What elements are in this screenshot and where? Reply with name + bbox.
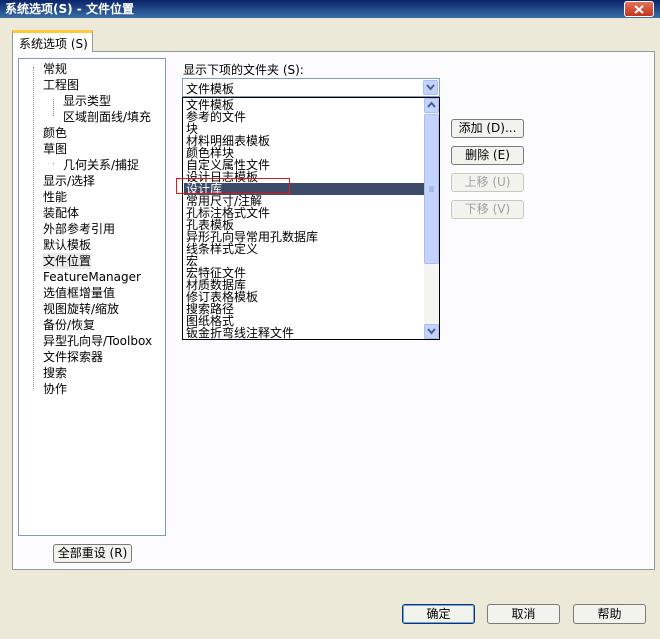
tree-item-collaboration[interactable]: 协作 [43,381,67,397]
tree-item-performance[interactable]: 性能 [43,189,67,205]
chevron-down-icon [427,328,436,335]
dropdown-button[interactable] [423,80,438,95]
tree-item-external-references[interactable]: 外部参考引用 [43,221,115,237]
help-button[interactable]: 帮助 [573,604,646,624]
tree-item-sketch[interactable]: 草图 [43,141,67,157]
tree-item-display-selection[interactable]: 显示/选择 [43,173,95,189]
close-button[interactable] [624,1,654,17]
folder-type-value: 文件模板 [186,82,235,96]
tree-connector [33,67,34,389]
tree-item-hole-wizard-toolbox[interactable]: 异型孔向导/Toolbox [43,333,152,349]
tree-item-default-templates[interactable]: 默认模板 [43,237,91,253]
tree-item-view[interactable]: 视图旋转/缩放 [43,301,119,317]
listbox-scrollbar[interactable] [424,98,439,339]
folder-type-select[interactable]: 文件模板 [182,78,440,97]
chevron-down-icon [426,84,435,91]
reset-all-button[interactable]: 全部重设 (R) [53,544,132,563]
list-item[interactable]: 钣金折弯线注释文件 [186,327,294,339]
delete-button[interactable]: 删除 (E) [451,146,524,165]
tree-item-featuremanager[interactable]: FeatureManager [43,269,141,285]
title-bar: 系统选项(S) - 文件位置 [0,0,660,18]
folder-listbox[interactable]: 文件模板 参考的文件 块 材料明细表模板 颜色样块 自定义属性文件 设计日志模板… [182,97,440,340]
add-button[interactable]: 添加 (D)... [451,119,524,138]
options-tree[interactable]: 常规 工程图 显示类型 区域剖面线/填充 颜色 草图 几何关系/捕捉 显示/选择… [18,58,166,536]
scroll-thumb[interactable] [424,114,439,264]
highlight-box [176,178,290,194]
tree-item-spin-box-increments[interactable]: 选值框增量值 [43,285,115,301]
tree-item-relations-snaps[interactable]: 几何关系/捕捉 [63,157,139,173]
tab-label: 系统选项 (S) [19,37,88,51]
folders-label: 显示下项的文件夹 (S): [183,63,304,77]
scroll-down-button[interactable] [424,324,439,339]
ok-button[interactable]: 确定 [402,604,475,624]
cancel-button[interactable]: 取消 [487,604,560,624]
move-up-button[interactable]: 上移 (U) [451,173,524,192]
tree-connector [53,99,54,116]
grip-icon [429,186,434,192]
tree-item-display-type[interactable]: 显示类型 [63,93,111,109]
scroll-up-button[interactable] [424,98,439,113]
tab-system-options[interactable]: 系统选项 (S) [12,30,93,52]
tree-item-file-explorer[interactable]: 文件探索器 [43,349,103,365]
tree-item-general[interactable]: 常规 [43,61,67,77]
tree-item-assemblies[interactable]: 装配体 [43,205,79,221]
tree-item-drawings[interactable]: 工程图 [43,77,79,93]
tree-item-file-locations[interactable]: 文件位置 [43,253,92,269]
chevron-up-icon [427,101,436,108]
tree-connector [53,163,54,164]
window-title: 系统选项(S) - 文件位置 [5,2,134,16]
move-down-button[interactable]: 下移 (V) [451,200,524,219]
tree-item-colors[interactable]: 颜色 [43,125,67,141]
tree-item-hatch[interactable]: 区域剖面线/填充 [63,109,151,125]
tree-item-backup-recover[interactable]: 备份/恢复 [43,317,95,333]
tree-item-search[interactable]: 搜索 [43,365,67,381]
close-icon [634,5,644,14]
